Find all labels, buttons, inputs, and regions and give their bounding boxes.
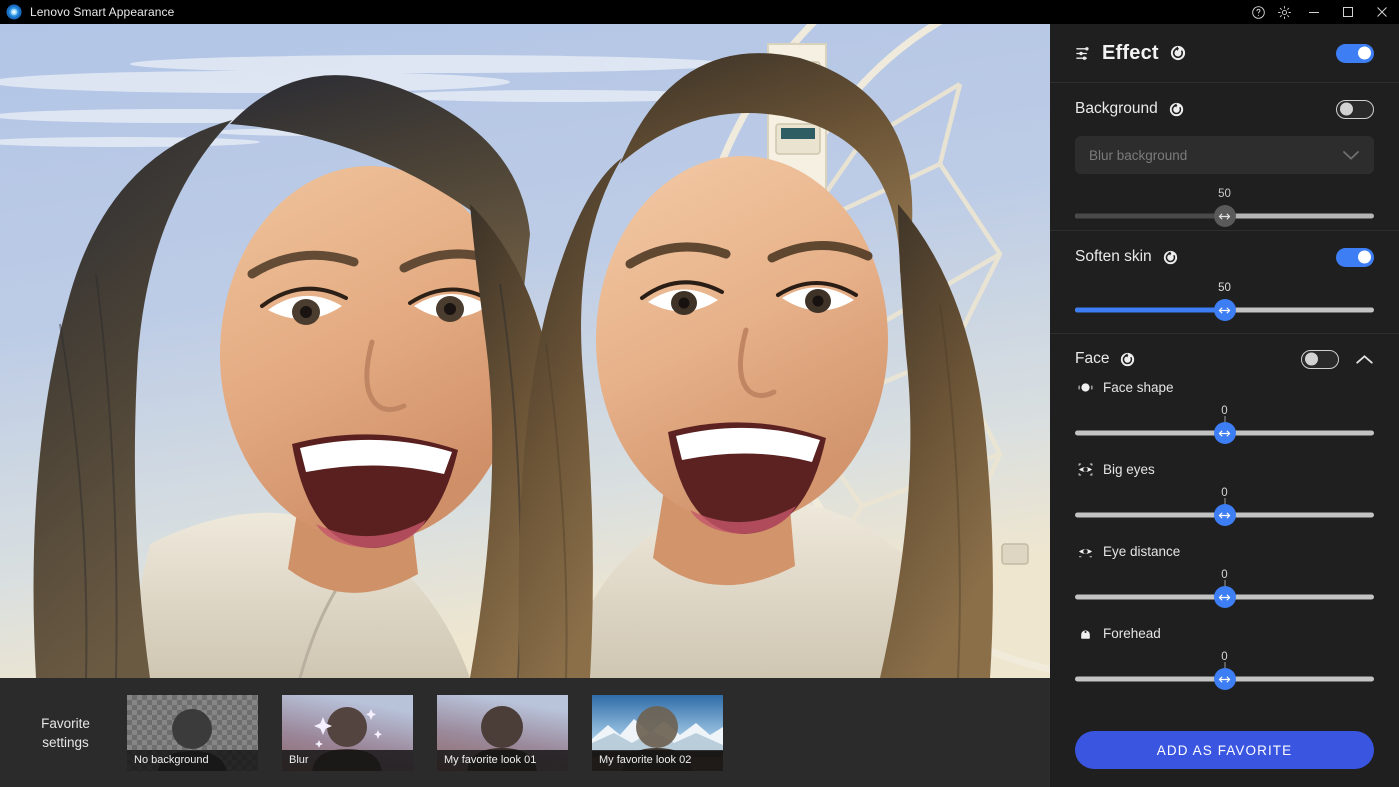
big-eyes-label: Big eyes xyxy=(1103,462,1155,477)
favorite-card-blur[interactable]: Blur xyxy=(282,695,413,771)
close-icon[interactable] xyxy=(1365,0,1399,24)
face-shape-control: Face shape 0 xyxy=(1075,380,1374,448)
background-slider-value-wrap: 50 xyxy=(1075,188,1374,203)
background-slider-value: 50 xyxy=(1218,188,1231,200)
effect-title: Effect xyxy=(1102,42,1159,65)
face-shape-slider[interactable] xyxy=(1075,422,1374,444)
favorite-card-label: My favorite look 02 xyxy=(592,750,723,771)
big-eyes-slider[interactable] xyxy=(1075,504,1374,526)
eye-distance-row: Eye distance xyxy=(1075,544,1374,559)
effect-toggle[interactable] xyxy=(1336,44,1374,63)
effect-reset-icon[interactable] xyxy=(1170,45,1186,61)
eye-distance-icon xyxy=(1075,544,1095,559)
slider-fill xyxy=(1075,214,1225,219)
eye-distance-slider[interactable] xyxy=(1075,586,1374,608)
favorite-card-look-02[interactable]: My favorite look 02 xyxy=(592,695,723,771)
big-eyes-control: Big eyes 0 xyxy=(1075,462,1374,530)
effects-panel: Effect Background xyxy=(1050,24,1399,787)
soften-skin-section: Soften skin 50 xyxy=(1050,230,1399,333)
soften-skin-title: Soften skin xyxy=(1075,248,1152,266)
background-title: Background xyxy=(1075,100,1158,118)
face-shape-icon xyxy=(1075,380,1095,395)
slider-handle[interactable] xyxy=(1214,504,1236,526)
forehead-slider-wrap: 0 xyxy=(1075,641,1374,694)
maximize-icon[interactable] xyxy=(1331,0,1365,24)
preview-image xyxy=(0,24,1050,678)
toggle-knob xyxy=(1305,353,1318,366)
soften-skin-header-row: Soften skin xyxy=(1075,244,1374,270)
forehead-row: Forehead xyxy=(1075,626,1374,641)
big-eyes-slider-wrap: 0 xyxy=(1075,477,1374,530)
favorite-card-label: My favorite look 01 xyxy=(437,750,568,771)
favorites-label-line1: Favorite xyxy=(4,714,127,733)
slider-handle[interactable] xyxy=(1214,586,1236,608)
toggle-knob xyxy=(1358,251,1371,264)
forehead-slider[interactable] xyxy=(1075,668,1374,690)
soften-skin-slider[interactable] xyxy=(1075,299,1374,321)
forehead-control: Forehead 0 xyxy=(1075,626,1374,694)
effect-section: Effect xyxy=(1050,24,1399,82)
slider-handle[interactable] xyxy=(1214,299,1236,321)
soften-skin-slider-wrap: 50 xyxy=(1075,270,1374,325)
soften-skin-reset-icon[interactable] xyxy=(1163,250,1178,265)
chevron-down-icon xyxy=(1342,150,1360,161)
face-reset-icon[interactable] xyxy=(1120,352,1135,367)
face-toggle[interactable] xyxy=(1301,350,1339,369)
background-strength-slider-wrap: 50 xyxy=(1075,174,1374,231)
face-section: Face xyxy=(1050,333,1399,713)
help-circle-icon[interactable] xyxy=(1245,0,1271,24)
favorites-bar: Favorite settings No background xyxy=(0,678,1050,787)
face-shape-slider-wrap: 0 xyxy=(1075,395,1374,448)
soften-skin-slider-value-wrap: 50 xyxy=(1075,282,1374,297)
big-eyes-icon xyxy=(1075,462,1095,477)
face-header-row: Face xyxy=(1075,346,1374,372)
sliders-icon xyxy=(1075,45,1092,62)
background-type-select[interactable]: Blur background xyxy=(1075,136,1374,174)
lenovo-logo-icon xyxy=(6,4,22,20)
background-strength-slider[interactable] xyxy=(1075,205,1374,227)
app-window: Lenovo Smart Appearance xyxy=(0,0,1399,787)
background-type-value: Blur background xyxy=(1089,148,1342,163)
slider-handle[interactable] xyxy=(1214,205,1236,227)
favorite-card-label: Blur xyxy=(282,750,413,771)
background-toggle[interactable] xyxy=(1336,100,1374,119)
favorites-label: Favorite settings xyxy=(0,714,127,752)
eye-distance-slider-wrap: 0 xyxy=(1075,559,1374,612)
favorite-card-look-01[interactable]: My favorite look 01 xyxy=(437,695,568,771)
soften-skin-slider-value: 50 xyxy=(1218,282,1231,294)
add-as-favorite-button[interactable]: ADD AS FAVORITE xyxy=(1075,731,1374,769)
face-shape-row: Face shape xyxy=(1075,380,1374,395)
favorites-list: No background xyxy=(127,695,723,771)
chevron-up-icon[interactable] xyxy=(1355,354,1374,365)
title-bar: Lenovo Smart Appearance xyxy=(0,0,1399,24)
big-eyes-row: Big eyes xyxy=(1075,462,1374,477)
slider-fill xyxy=(1075,308,1225,313)
eye-distance-label: Eye distance xyxy=(1103,544,1180,559)
soften-skin-toggle[interactable] xyxy=(1336,248,1374,267)
face-title: Face xyxy=(1075,350,1109,368)
favorites-label-line2: settings xyxy=(4,733,127,752)
background-section: Background Blur background xyxy=(1050,82,1399,230)
effect-header-row: Effect xyxy=(1075,24,1374,82)
toggle-knob xyxy=(1340,103,1353,116)
background-reset-icon[interactable] xyxy=(1169,102,1184,117)
window-title: Lenovo Smart Appearance xyxy=(30,5,174,19)
gear-icon[interactable] xyxy=(1271,0,1297,24)
favorite-card-label: No background xyxy=(127,750,258,771)
forehead-icon xyxy=(1075,626,1095,641)
forehead-label: Forehead xyxy=(1103,626,1161,641)
camera-preview xyxy=(0,24,1050,678)
toggle-knob xyxy=(1358,47,1371,60)
eye-distance-control: Eye distance 0 xyxy=(1075,544,1374,612)
background-header-row: Background xyxy=(1075,96,1374,122)
minimize-icon[interactable] xyxy=(1297,0,1331,24)
face-shape-label: Face shape xyxy=(1103,380,1174,395)
slider-handle[interactable] xyxy=(1214,422,1236,444)
favorite-card-no-background[interactable]: No background xyxy=(127,695,258,771)
slider-handle[interactable] xyxy=(1214,668,1236,690)
